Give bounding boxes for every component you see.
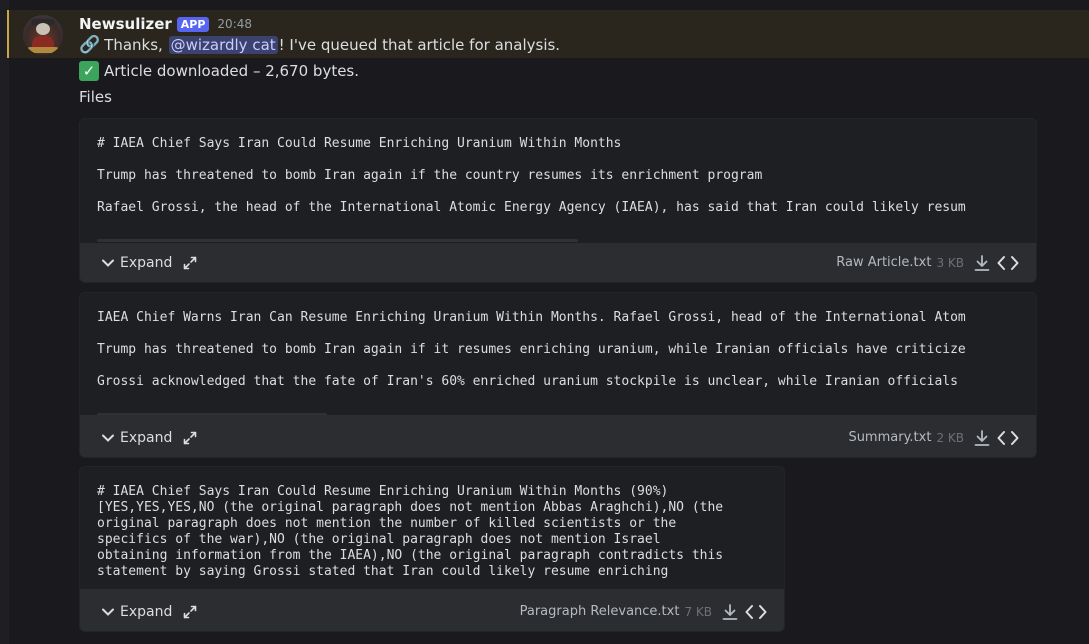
- chevron-down-icon: [102, 434, 114, 442]
- user-mention[interactable]: @wizardly cat: [168, 36, 278, 54]
- author-name[interactable]: Newsulizer: [79, 15, 172, 33]
- preview-text: # IAEA Chief Says Iran Could Resume Enri…: [97, 484, 724, 579]
- expand-label: Expand: [120, 603, 173, 620]
- expand-label: Expand: [120, 254, 173, 271]
- file-preview[interactable]: IAEA Chief Warns Iran Can Resume Enrichi…: [80, 293, 1036, 415]
- files-label: Files: [79, 88, 112, 106]
- downloaded-text: Article downloaded – 2,670 bytes.: [104, 62, 360, 80]
- attachment-paragraph-relevance: # IAEA Chief Says Iran Could Resume Enri…: [79, 466, 785, 632]
- code-icon[interactable]: [996, 428, 1020, 448]
- horizontal-scrollbar[interactable]: [97, 239, 578, 242]
- file-preview[interactable]: # IAEA Chief Says Iran Could Resume Enri…: [80, 119, 1036, 243]
- file-size: 2 KB: [936, 430, 964, 445]
- message-header: Newsulizer APP 20:48: [79, 14, 252, 34]
- attachment-raw-article: # IAEA Chief Says Iran Could Resume Enri…: [79, 118, 1037, 283]
- attachment-summary: IAEA Chief Warns Iran Can Resume Enrichi…: [79, 292, 1037, 458]
- app-badge: APP: [176, 16, 210, 32]
- expand-arrows-icon[interactable]: [182, 255, 198, 271]
- preview-line: Rafael Grossi, the head of the Internati…: [97, 200, 966, 215]
- download-icon[interactable]: [972, 428, 992, 448]
- expand-arrows-icon[interactable]: [182, 604, 198, 620]
- attachment-footer: Expand Summary.txt 2 KB: [80, 418, 1036, 457]
- thanks-text: Thanks,: [104, 36, 168, 54]
- expand-label: Expand: [120, 429, 173, 446]
- file-name: Summary.txt: [848, 430, 932, 445]
- code-icon[interactable]: [996, 253, 1020, 273]
- attachment-footer: Expand Raw Article.txt 3 KB: [80, 243, 1036, 282]
- left-gutter: [0, 0, 9, 644]
- preview-line: Grossi acknowledged that the fate of Ira…: [97, 374, 958, 389]
- expand-button[interactable]: Expand: [101, 604, 198, 620]
- download-icon[interactable]: [972, 253, 992, 273]
- mention-highlight-bar: [7, 10, 9, 58]
- horizontal-scrollbar[interactable]: [97, 413, 327, 415]
- preview-line: # IAEA Chief Says Iran Could Resume Enri…: [97, 136, 622, 151]
- preview-line: Trump has threatened to bomb Iran again …: [97, 168, 763, 183]
- link-icon: 🔗: [79, 35, 101, 55]
- file-name: Paragraph Relevance.txt: [519, 604, 680, 619]
- file-info: Summary.txt 2 KB: [848, 430, 964, 445]
- file-size: 3 KB: [936, 255, 964, 270]
- chevron-down-icon: [102, 259, 114, 267]
- preview-line: Trump has threatened to bomb Iran again …: [97, 342, 966, 357]
- timestamp[interactable]: 20:48: [217, 17, 252, 31]
- file-info: Raw Article.txt 3 KB: [836, 255, 964, 270]
- message-line-downloaded: ✓ Article downloaded – 2,670 bytes.: [79, 60, 359, 82]
- check-icon: ✓: [79, 61, 99, 81]
- file-name: Raw Article.txt: [836, 255, 932, 270]
- attachment-footer: Expand Paragraph Relevance.txt 7 KB: [80, 592, 784, 631]
- code-icon[interactable]: [744, 602, 768, 622]
- chevron-down-icon: [102, 608, 114, 616]
- expand-button[interactable]: Expand: [101, 430, 198, 446]
- avatar[interactable]: [23, 15, 63, 55]
- expand-button[interactable]: Expand: [101, 255, 198, 271]
- file-size: 7 KB: [684, 604, 712, 619]
- expand-arrows-icon[interactable]: [182, 430, 198, 446]
- queued-text: ! I've queued that article for analysis.: [278, 36, 561, 54]
- message-line-thanks: 🔗 Thanks, @wizardly cat ! I've queued th…: [79, 34, 560, 56]
- download-icon[interactable]: [720, 602, 740, 622]
- preview-line: IAEA Chief Warns Iran Can Resume Enrichi…: [97, 310, 966, 325]
- file-preview[interactable]: # IAEA Chief Says Iran Could Resume Enri…: [80, 467, 784, 589]
- file-info: Paragraph Relevance.txt 7 KB: [520, 604, 712, 619]
